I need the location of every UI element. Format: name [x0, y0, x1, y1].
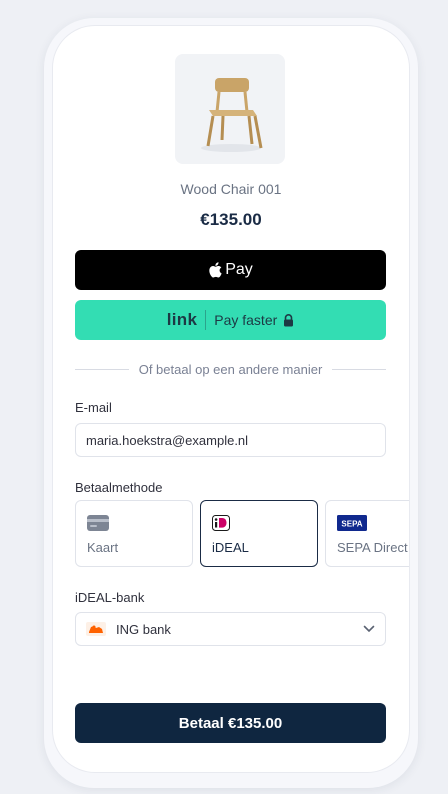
method-tab-card[interactable]: Kaart [75, 500, 193, 567]
lock-icon [284, 313, 294, 326]
sepa-icon-text: SEPA [341, 520, 362, 529]
sepa-icon: SEPA [337, 515, 367, 531]
method-label: SEPA Direct Debit [337, 540, 409, 555]
checkout-screen: Wood Chair 001 €135.00 Pay link Pay fast… [53, 26, 409, 772]
bank-select[interactable]: ING bank [75, 612, 386, 646]
alternative-divider: Of betaal op een andere manier [75, 361, 387, 377]
bank-select-value: ING bank [116, 621, 171, 637]
chair-icon [201, 78, 263, 152]
method-tab-ideal[interactable]: iDEAL [200, 500, 318, 567]
product-image [175, 54, 285, 164]
product-price: €135.00 [200, 210, 262, 229]
apple-pay-button[interactable]: Pay [75, 250, 386, 290]
email-label: E-mail [75, 400, 112, 415]
ing-lion-icon [86, 622, 106, 636]
email-field[interactable] [75, 423, 386, 457]
link-separator [205, 310, 207, 330]
method-label: iDEAL [212, 540, 249, 555]
link-pay-button[interactable]: link Pay faster [75, 300, 386, 340]
bank-label: iDEAL-bank [75, 590, 145, 605]
divider-line [75, 368, 129, 370]
product-name: Wood Chair 001 [180, 181, 282, 197]
method-label: Kaart [87, 540, 119, 555]
chevron-down-icon [363, 625, 375, 633]
pay-button[interactable]: Betaal €135.00 [75, 703, 386, 743]
divider-text: Of betaal op een andere manier [138, 361, 323, 377]
payment-method-label: Betaalmethode [75, 480, 163, 495]
method-tab-sepa[interactable]: SEPA SEPA Direct Debit [325, 500, 409, 567]
ideal-icon [212, 515, 230, 531]
payment-method-tabs: Kaart iDEAL SEPA SEPA Direct Debit [75, 500, 409, 568]
apple-icon [209, 262, 222, 278]
link-logo: link [166, 310, 198, 329]
apple-pay-label: Pay [225, 261, 253, 278]
card-icon [87, 515, 109, 531]
link-pay-label: Pay faster [214, 312, 278, 328]
divider-line [332, 368, 387, 370]
